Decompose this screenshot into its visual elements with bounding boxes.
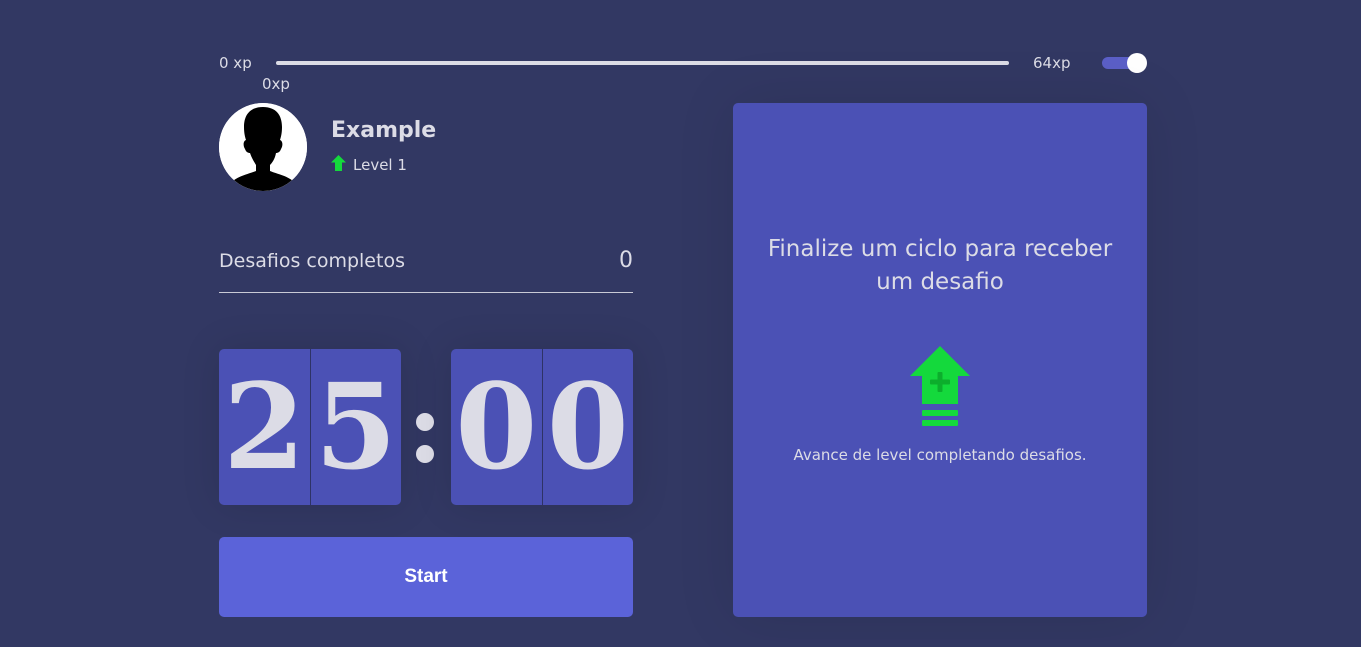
seconds-tens-digit: 0 [451, 349, 542, 505]
countdown-seconds: 0 0 [451, 349, 633, 505]
challenges-completed-label: Desafios completos [219, 250, 405, 272]
level-up-arrow-icon [331, 155, 346, 171]
xp-current-label: 0xp [262, 75, 290, 93]
profile-name: Example [331, 118, 437, 143]
page: 0 xp 0xp 64xp Example Level 1 Desafios c… [0, 0, 1361, 647]
challenge-box-title: Finalize um ciclo para receber um desafi… [767, 236, 1113, 295]
xp-min-label: 0 xp [219, 54, 252, 72]
theme-toggle[interactable] [1102, 53, 1147, 73]
challenge-box-description: Avance de level completando desafios. [793, 446, 1087, 464]
xp-progress-bar [276, 61, 1009, 65]
countdown-minutes: 2 5 [219, 349, 401, 505]
seconds-ones-digit: 0 [541, 349, 633, 505]
level-up-icon [910, 346, 970, 426]
countdown-separator [414, 410, 436, 463]
xp-max-label: 64xp [1033, 54, 1071, 72]
minutes-tens-digit: 2 [219, 349, 310, 505]
start-cycle-button[interactable]: Start [219, 537, 633, 617]
minutes-ones-digit: 5 [309, 349, 401, 505]
level-label: Level 1 [353, 156, 407, 174]
toggle-knob [1127, 53, 1147, 73]
challenge-box: Finalize um ciclo para receber um desafi… [733, 103, 1147, 617]
avatar [219, 103, 307, 191]
avatar-silhouette-icon [219, 103, 307, 191]
divider [219, 292, 633, 293]
challenges-completed-count: 0 [619, 248, 633, 273]
